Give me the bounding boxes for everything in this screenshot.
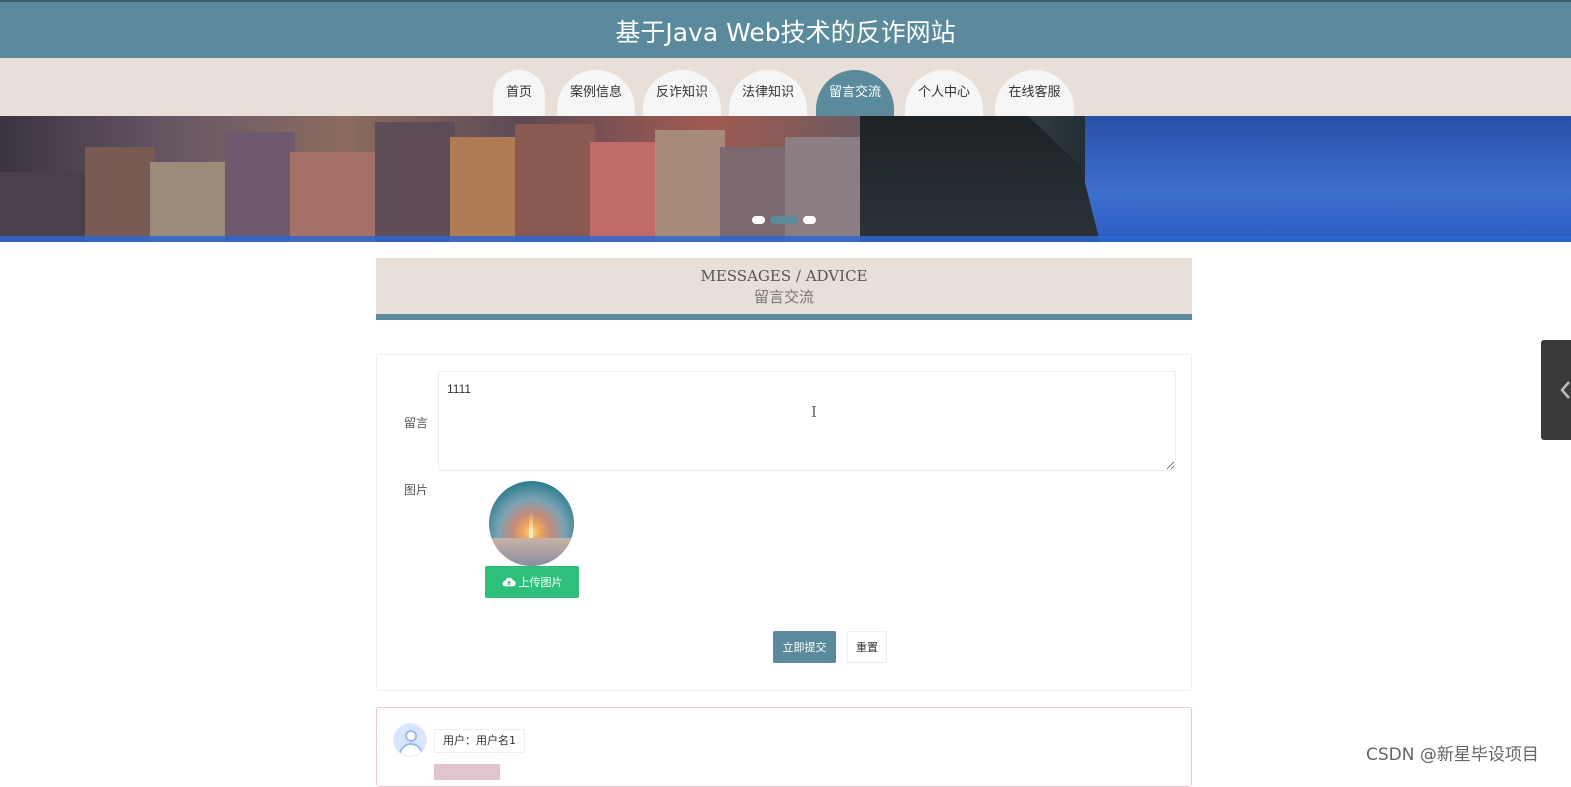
nav-item-home[interactable]: 首页 [493,70,545,118]
message-textarea[interactable] [438,371,1176,471]
uploaded-image-preview [489,481,574,566]
main-nav: 首页 案例信息 反诈知识 法律知识 留言交流 个人中心 在线客服 [0,58,1571,118]
section-title-zh: 留言交流 [753,288,814,306]
chevron-left-icon [1560,381,1570,399]
message-list-item: 用户：用户名1 [376,707,1192,787]
banner-town-image [0,116,880,242]
nav-item-online-service[interactable]: 在线客服 [995,70,1074,118]
nav-item-messages[interactable]: 留言交流 [816,70,894,118]
user-avatar-icon [393,723,427,757]
message-user: 用户：用户名1 [434,729,525,753]
message-tag [434,764,500,780]
nav-item-cases[interactable]: 案例信息 [557,70,635,118]
carousel-dot-1[interactable] [752,216,765,224]
submit-button[interactable]: 立即提交 [773,631,836,663]
message-label: 留言 [404,416,429,430]
banner-sky [1085,116,1571,242]
carousel-dot-3[interactable] [803,216,816,224]
banner-cliff [860,116,1100,242]
top-header: 基于Java Web技术的反诈网站 [0,0,1571,58]
watermark-text: CSDN @新星毕设项目 [1366,745,1539,765]
section-title-en: MESSAGES / ADVICE [700,267,868,285]
carousel-dot-2[interactable] [770,216,798,224]
upload-image-button[interactable]: 上传图片 [485,566,579,598]
text-cursor-icon: I [811,403,817,421]
nav-item-personal-center[interactable]: 个人中心 [905,70,983,118]
upload-image-label: 上传图片 [518,576,563,589]
nav-item-law-knowledge[interactable]: 法律知识 [729,70,807,118]
message-form: 留言 I 图片 上传图片 立即提交 重置 [376,354,1192,691]
banner-water [0,236,1571,242]
side-panel-toggle[interactable] [1541,340,1571,440]
cloud-upload-icon [502,577,516,587]
image-label: 图片 [404,483,429,497]
reset-button[interactable]: 重置 [847,631,887,663]
site-title: 基于Java Web技术的反诈网站 [615,18,956,47]
section-header: MESSAGES / ADVICE 留言交流 [376,258,1192,320]
nav-item-anti-fraud-knowledge[interactable]: 反诈知识 [643,70,721,118]
